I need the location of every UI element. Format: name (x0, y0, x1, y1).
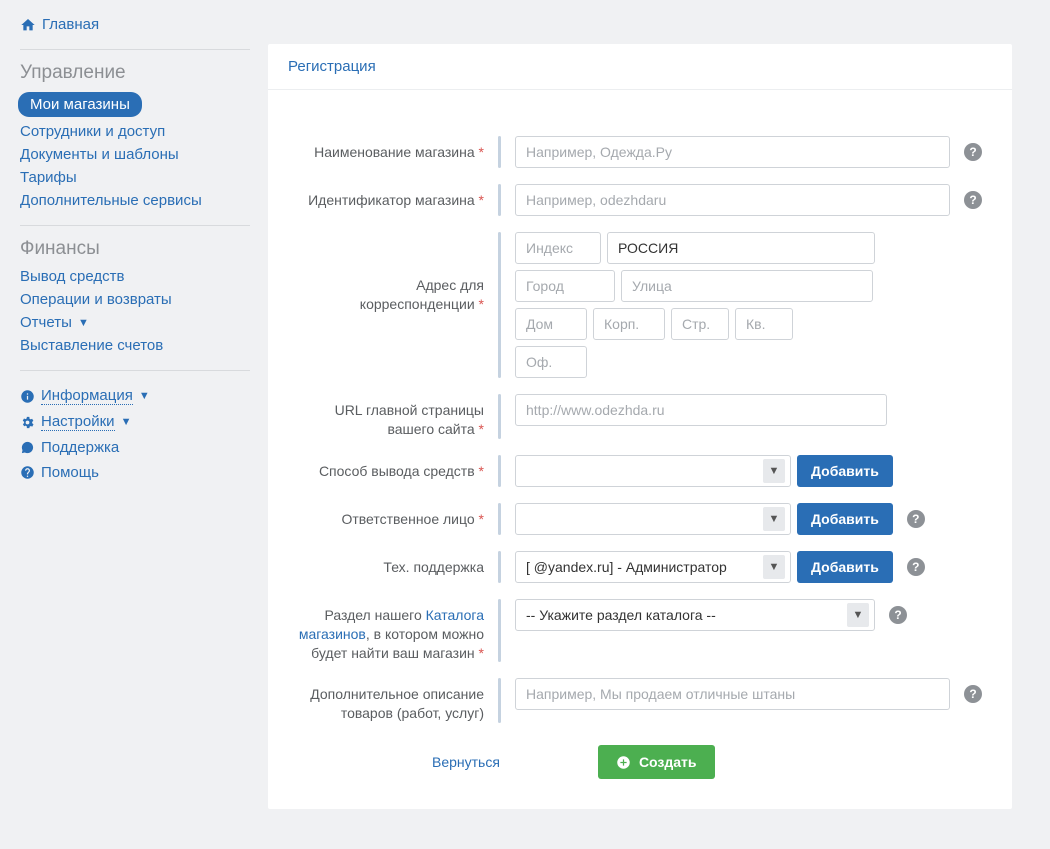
back-link[interactable]: Вернуться (432, 754, 500, 770)
responsible-select[interactable] (515, 503, 791, 535)
nav-withdraw[interactable]: Вывод средств (20, 266, 260, 287)
gear-icon (20, 415, 35, 430)
help-icon[interactable]: ? (907, 558, 925, 576)
util-support-label: Поддержка (41, 439, 119, 456)
field-bar (498, 678, 501, 723)
shop-id-input[interactable] (515, 184, 950, 216)
withdraw-add-button[interactable]: Добавить (797, 455, 893, 487)
nav-reports-label: Отчеты (20, 314, 72, 331)
util-settings-label: Настройки (41, 413, 115, 431)
address-index-input[interactable] (515, 232, 601, 264)
util-info[interactable]: Информация ▼ (20, 383, 260, 409)
label-description: Дополнительное описание товаров (работ, … (298, 678, 498, 723)
address-house-input[interactable] (515, 308, 587, 340)
help-icon[interactable]: ? (964, 191, 982, 209)
field-bar (498, 232, 501, 378)
withdraw-select[interactable] (515, 455, 791, 487)
field-bar (498, 184, 501, 216)
panel-title: Регистрация (268, 44, 1012, 90)
registration-panel: Регистрация Наименование магазина * ? Ид… (268, 44, 1012, 809)
chevron-down-icon: ▼ (78, 317, 89, 329)
address-corp-input[interactable] (593, 308, 665, 340)
divider (20, 225, 250, 226)
field-bar (498, 394, 501, 439)
nav-services[interactable]: Дополнительные сервисы (20, 190, 260, 211)
help-icon[interactable]: ? (889, 606, 907, 624)
field-bar (498, 551, 501, 583)
support-select[interactable]: [ @yandex.ru] - Администратор (515, 551, 791, 583)
nav-docs[interactable]: Документы и шаблоны (20, 144, 260, 165)
label-catalog: Раздел нашего Каталога магазинов, в кото… (298, 599, 498, 663)
nav-my-shops[interactable]: Мои магазины (18, 92, 142, 117)
create-label: Создать (639, 754, 697, 770)
field-bar (498, 503, 501, 535)
url-input[interactable] (515, 394, 887, 426)
create-button[interactable]: Создать (598, 745, 715, 779)
label-withdraw: Способ вывода средств * (298, 455, 498, 481)
support-add-button[interactable]: Добавить (797, 551, 893, 583)
label-shop-name: Наименование магазина * (298, 136, 498, 162)
help-icon[interactable]: ? (964, 685, 982, 703)
nav-invoicing[interactable]: Выставление счетов (20, 335, 260, 356)
label-shop-id: Идентификатор магазина * (298, 184, 498, 210)
catalog-select[interactable]: -- Укажите раздел каталога -- (515, 599, 875, 631)
util-settings[interactable]: Настройки ▼ (20, 409, 260, 435)
divider (20, 49, 250, 50)
chevron-down-icon: ▼ (121, 416, 132, 428)
util-support[interactable]: Поддержка (20, 435, 260, 460)
section-title-management: Управление (20, 62, 260, 84)
address-country-input[interactable] (607, 232, 875, 264)
section-title-finance: Финансы (20, 238, 260, 260)
plus-circle-icon (616, 755, 631, 770)
help-icon (20, 465, 35, 480)
nav-staff[interactable]: Сотрудники и доступ (20, 121, 260, 142)
address-office-input[interactable] (515, 346, 587, 378)
description-input[interactable] (515, 678, 950, 710)
info-icon (20, 389, 35, 404)
label-address: Адрес для корреспонденции * (298, 232, 498, 314)
address-str-input[interactable] (671, 308, 729, 340)
address-apt-input[interactable] (735, 308, 793, 340)
divider (20, 370, 250, 371)
label-responsible: Ответственное лицо * (298, 503, 498, 529)
field-bar (498, 599, 501, 663)
field-bar (498, 455, 501, 487)
help-icon[interactable]: ? (964, 143, 982, 161)
field-bar (498, 136, 501, 168)
home-icon (20, 17, 36, 33)
nav-home-label: Главная (42, 16, 99, 33)
help-icon[interactable]: ? (907, 510, 925, 528)
responsible-add-button[interactable]: Добавить (797, 503, 893, 535)
chevron-down-icon: ▼ (139, 390, 150, 402)
address-street-input[interactable] (621, 270, 873, 302)
chat-icon (20, 440, 35, 455)
shop-name-input[interactable] (515, 136, 950, 168)
address-city-input[interactable] (515, 270, 615, 302)
label-url: URL главной страницы вашего сайта * (298, 394, 498, 439)
util-info-label: Информация (41, 387, 133, 405)
label-support: Тех. поддержка (298, 551, 498, 577)
util-help-label: Помощь (41, 464, 99, 481)
nav-tariffs[interactable]: Тарифы (20, 167, 260, 188)
nav-operations[interactable]: Операции и возвраты (20, 289, 260, 310)
nav-reports[interactable]: Отчеты ▼ (20, 312, 260, 333)
nav-home[interactable]: Главная (20, 14, 260, 35)
util-help[interactable]: Помощь (20, 460, 260, 485)
